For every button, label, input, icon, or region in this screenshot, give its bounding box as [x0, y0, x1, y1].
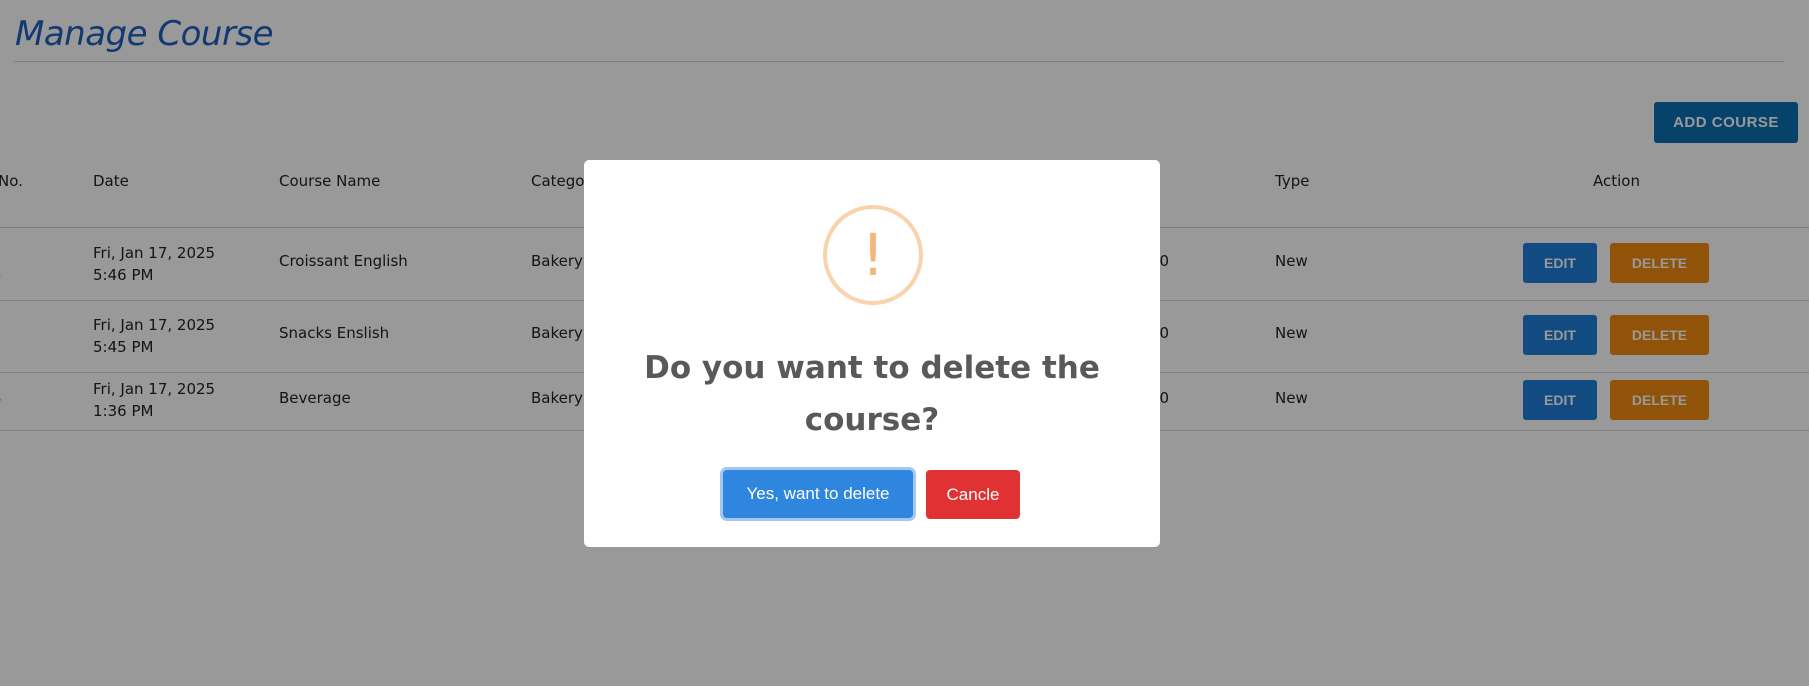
- delete-confirmation-dialog: ! Do you want to delete the course? Yes,…: [584, 160, 1160, 547]
- confirm-delete-button[interactable]: Yes, want to delete: [723, 470, 913, 518]
- warning-icon: !: [823, 205, 923, 305]
- dialog-message: Do you want to delete the course?: [644, 350, 1100, 438]
- cancel-button[interactable]: Cancle: [926, 470, 1020, 519]
